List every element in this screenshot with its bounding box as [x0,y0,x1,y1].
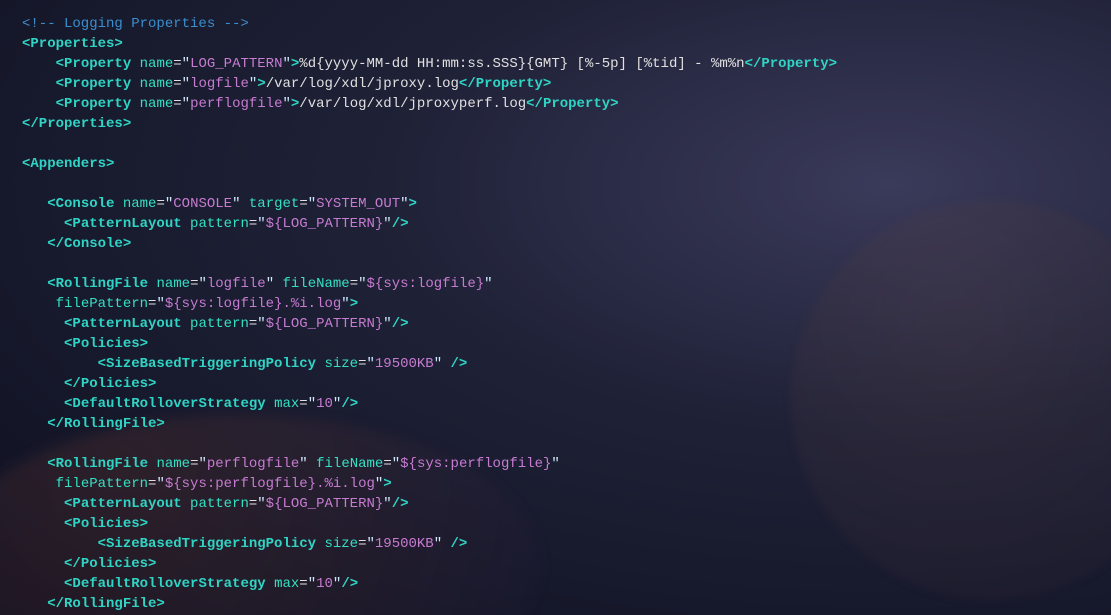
patternlayout-tag: <PatternLayout [64,496,182,512]
policies-close-tag: </Policies> [64,556,156,572]
logfile-path: /var/log/xdl/jproxy.log [266,76,459,92]
perflogfile-path: /var/log/xdl/jproxyperf.log [299,96,526,112]
log-pattern-text: %d{yyyy-MM-dd HH:mm:ss.SSS}{GMT} [%-5p] … [299,56,744,72]
code-block: <!-- Logging Properties --> <Properties>… [0,0,1111,615]
defaultrolloverstrategy-tag: <DefaultRolloverStrategy [64,576,266,592]
rollingfile-close-tag: </RollingFile> [47,416,165,432]
console-tag: <Console [47,196,114,212]
defaultrolloverstrategy-tag: <DefaultRolloverStrategy [64,396,266,412]
policies-open-tag: <Policies> [64,336,148,352]
policies-open-tag: <Policies> [64,516,148,532]
rollingfile-close-tag: </RollingFile> [47,596,165,612]
console-close-tag: </Console> [47,236,131,252]
sizebasedtriggeringpolicy-tag: <SizeBasedTriggeringPolicy [98,536,316,552]
property-tag: <Property [56,76,132,92]
properties-close-tag: </Properties> [22,116,131,132]
patternlayout-tag: <PatternLayout [64,216,182,232]
property-tag: <Property [56,96,132,112]
property-tag: <Property [56,56,132,72]
sizebasedtriggeringpolicy-tag: <SizeBasedTriggeringPolicy [98,356,316,372]
rollingfile-tag: <RollingFile [47,456,148,472]
appenders-open-tag: <Appenders> [22,156,114,172]
policies-close-tag: </Policies> [64,376,156,392]
patternlayout-tag: <PatternLayout [64,316,182,332]
property-close-tag: </Property> [745,56,837,72]
xml-comment: <!-- Logging Properties --> [22,16,249,32]
properties-open-tag: <Properties> [22,36,123,52]
rollingfile-tag: <RollingFile [47,276,148,292]
